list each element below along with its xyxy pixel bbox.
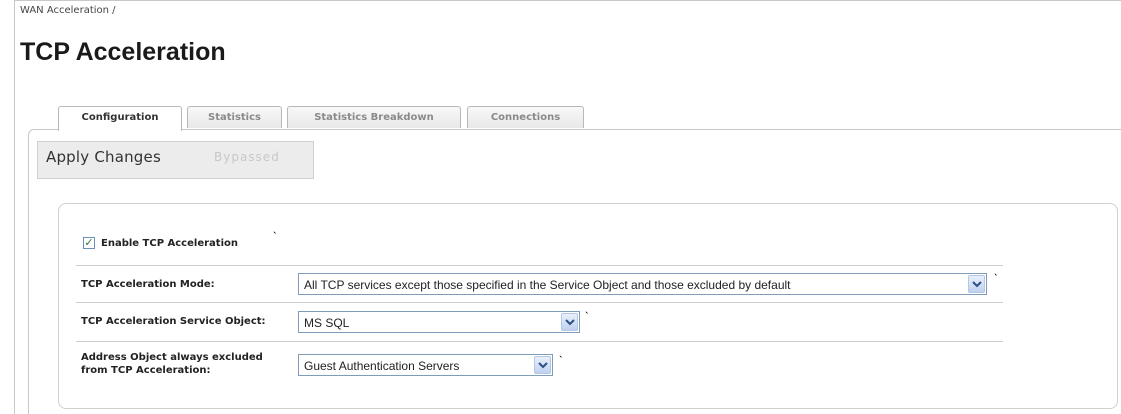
- excluded-address-label-line2: from TCP Acceleration:: [81, 365, 211, 376]
- service-object-label: TCP Acceleration Service Object:: [81, 316, 266, 327]
- bypassed-button: Bypassed: [214, 150, 280, 164]
- chevron-down-icon[interactable]: [534, 356, 551, 374]
- mode-select[interactable]: All TCP services except those specified …: [298, 273, 987, 295]
- excluded-address-select[interactable]: Guest Authentication Servers: [298, 354, 553, 376]
- top-divider: [14, 0, 1121, 1]
- help-tooltip-icon[interactable]: `: [559, 356, 564, 366]
- tab-configuration[interactable]: Configuration: [58, 106, 182, 131]
- checkmark-icon: ✓: [84, 236, 94, 249]
- enable-tcp-acceleration-label: Enable TCP Acceleration: [101, 238, 238, 249]
- chevron-down-icon[interactable]: [561, 313, 578, 331]
- row-divider: [76, 265, 1003, 266]
- tab-statistics-breakdown[interactable]: Statistics Breakdown: [287, 106, 461, 128]
- breadcrumb[interactable]: WAN Acceleration /: [20, 5, 116, 16]
- help-tooltip-icon[interactable]: `: [273, 232, 278, 242]
- service-object-select-value: MS SQL: [304, 316, 350, 330]
- mode-select-value: All TCP services except those specified …: [304, 278, 791, 292]
- excluded-address-label-line1: Address Object always excluded: [81, 352, 263, 363]
- excluded-address-select-value: Guest Authentication Servers: [304, 359, 460, 373]
- help-tooltip-icon[interactable]: `: [585, 312, 590, 322]
- row-divider: [76, 302, 1003, 303]
- tab-connections[interactable]: Connections: [467, 106, 584, 128]
- tab-statistics[interactable]: Statistics: [187, 106, 282, 128]
- action-toolbar: Apply Changes Bypassed: [37, 141, 314, 179]
- row-divider: [76, 341, 1003, 342]
- apply-changes-button[interactable]: Apply Changes: [46, 148, 161, 166]
- mode-label: TCP Acceleration Mode:: [81, 279, 215, 290]
- left-divider: [14, 0, 15, 414]
- help-tooltip-icon[interactable]: `: [994, 274, 999, 284]
- chevron-down-icon[interactable]: [968, 275, 985, 293]
- enable-tcp-acceleration-checkbox[interactable]: ✓: [83, 237, 95, 249]
- page-title: TCP Acceleration: [20, 38, 226, 66]
- settings-panel: [58, 203, 1118, 409]
- service-object-select[interactable]: MS SQL: [298, 311, 580, 333]
